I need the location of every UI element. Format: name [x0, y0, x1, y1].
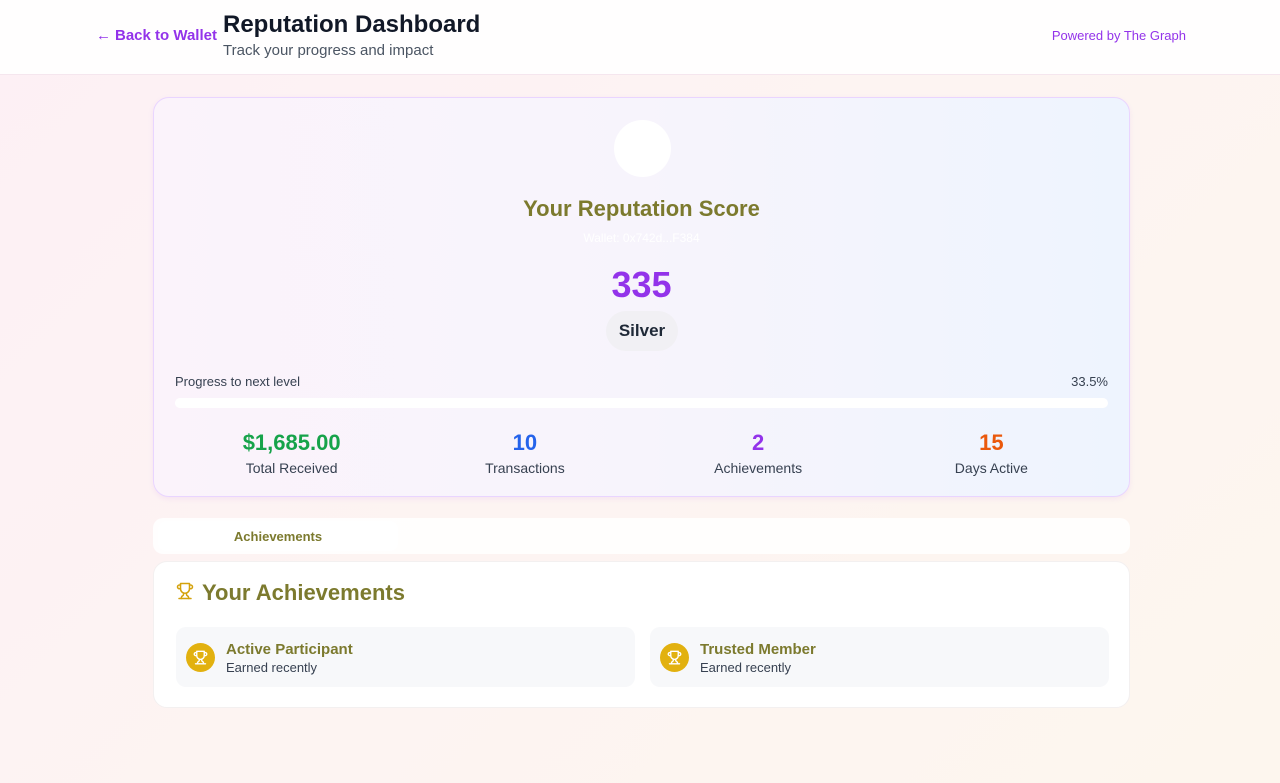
achievement-name: Active Participant	[226, 640, 353, 658]
progress-bar	[175, 398, 1108, 408]
page-subtitle: Track your progress and impact	[223, 42, 434, 59]
stat-label: Days Active	[954, 460, 1028, 476]
progress-label: Progress to next level	[175, 374, 301, 389]
score-heading: Your Reputation Score	[523, 196, 760, 221]
trophy-icon	[660, 642, 689, 672]
stat-value: $1,685.00	[242, 430, 341, 455]
achievement-item: Trusted Member Earned recently	[650, 627, 1109, 687]
title-block: Reputation Dashboard Track your progress…	[223, 10, 480, 59]
achievements-heading-label: Your Achievements	[202, 580, 405, 605]
stat-achievements: 2 Achievements	[642, 428, 875, 476]
achievements-list: Active Participant Earned recently Trust…	[176, 627, 1109, 687]
progress-percent: 33.5%	[1071, 374, 1108, 389]
stat-value: 2	[752, 430, 765, 455]
page-title: Reputation Dashboard	[223, 11, 481, 38]
tab-achievements[interactable]: Achievements	[158, 521, 398, 551]
top-header: ← Back to Wallet Reputation Dashboard Tr…	[0, 0, 1280, 75]
achievement-sub: Earned recently	[226, 659, 318, 675]
stat-label: Total Received	[245, 460, 338, 476]
stat-label: Achievements	[714, 460, 803, 476]
achievement-text: Trusted Member Earned recently	[700, 640, 816, 675]
tier-badge: Silver	[606, 311, 678, 351]
achievements-card: Your Achievements Active Participant Ear…	[153, 561, 1130, 708]
reputation-score-value: 335	[611, 264, 672, 305]
achievement-name: Trusted Member	[700, 640, 816, 658]
stat-label: Transactions	[485, 460, 565, 476]
trophy-icon	[186, 642, 215, 672]
back-to-wallet-link[interactable]: ← Back to Wallet	[96, 27, 217, 44]
stat-value: 15	[979, 430, 1004, 455]
wallet-address: Wallet: 0x742d...F384	[583, 231, 700, 245]
progress-bar-fill	[175, 398, 488, 408]
stat-days-active: 15 Days Active	[875, 428, 1108, 476]
tabs-bar: Achievements	[153, 518, 1130, 554]
stat-total-received: $1,685.00 Total Received	[175, 428, 408, 476]
stats-row: $1,685.00 Total Received 10 Transactions…	[175, 428, 1108, 476]
avatar	[614, 120, 671, 177]
arrow-left-icon: ←	[96, 27, 111, 44]
powered-by-text: Powered by The Graph	[1051, 28, 1186, 43]
achievement-item: Active Participant Earned recently	[176, 627, 635, 687]
stat-value: 10	[512, 430, 538, 455]
achievement-sub: Earned recently	[700, 659, 792, 675]
achievement-text: Active Participant Earned recently	[226, 640, 353, 675]
back-link-label: Back to Wallet	[115, 27, 217, 44]
trophy-icon	[176, 580, 194, 606]
achievements-heading: Your Achievements	[176, 580, 405, 606]
reputation-score-card: Your Reputation Score Wallet: 0x742d...F…	[153, 97, 1130, 497]
stat-transactions: 10 Transactions	[408, 428, 641, 476]
